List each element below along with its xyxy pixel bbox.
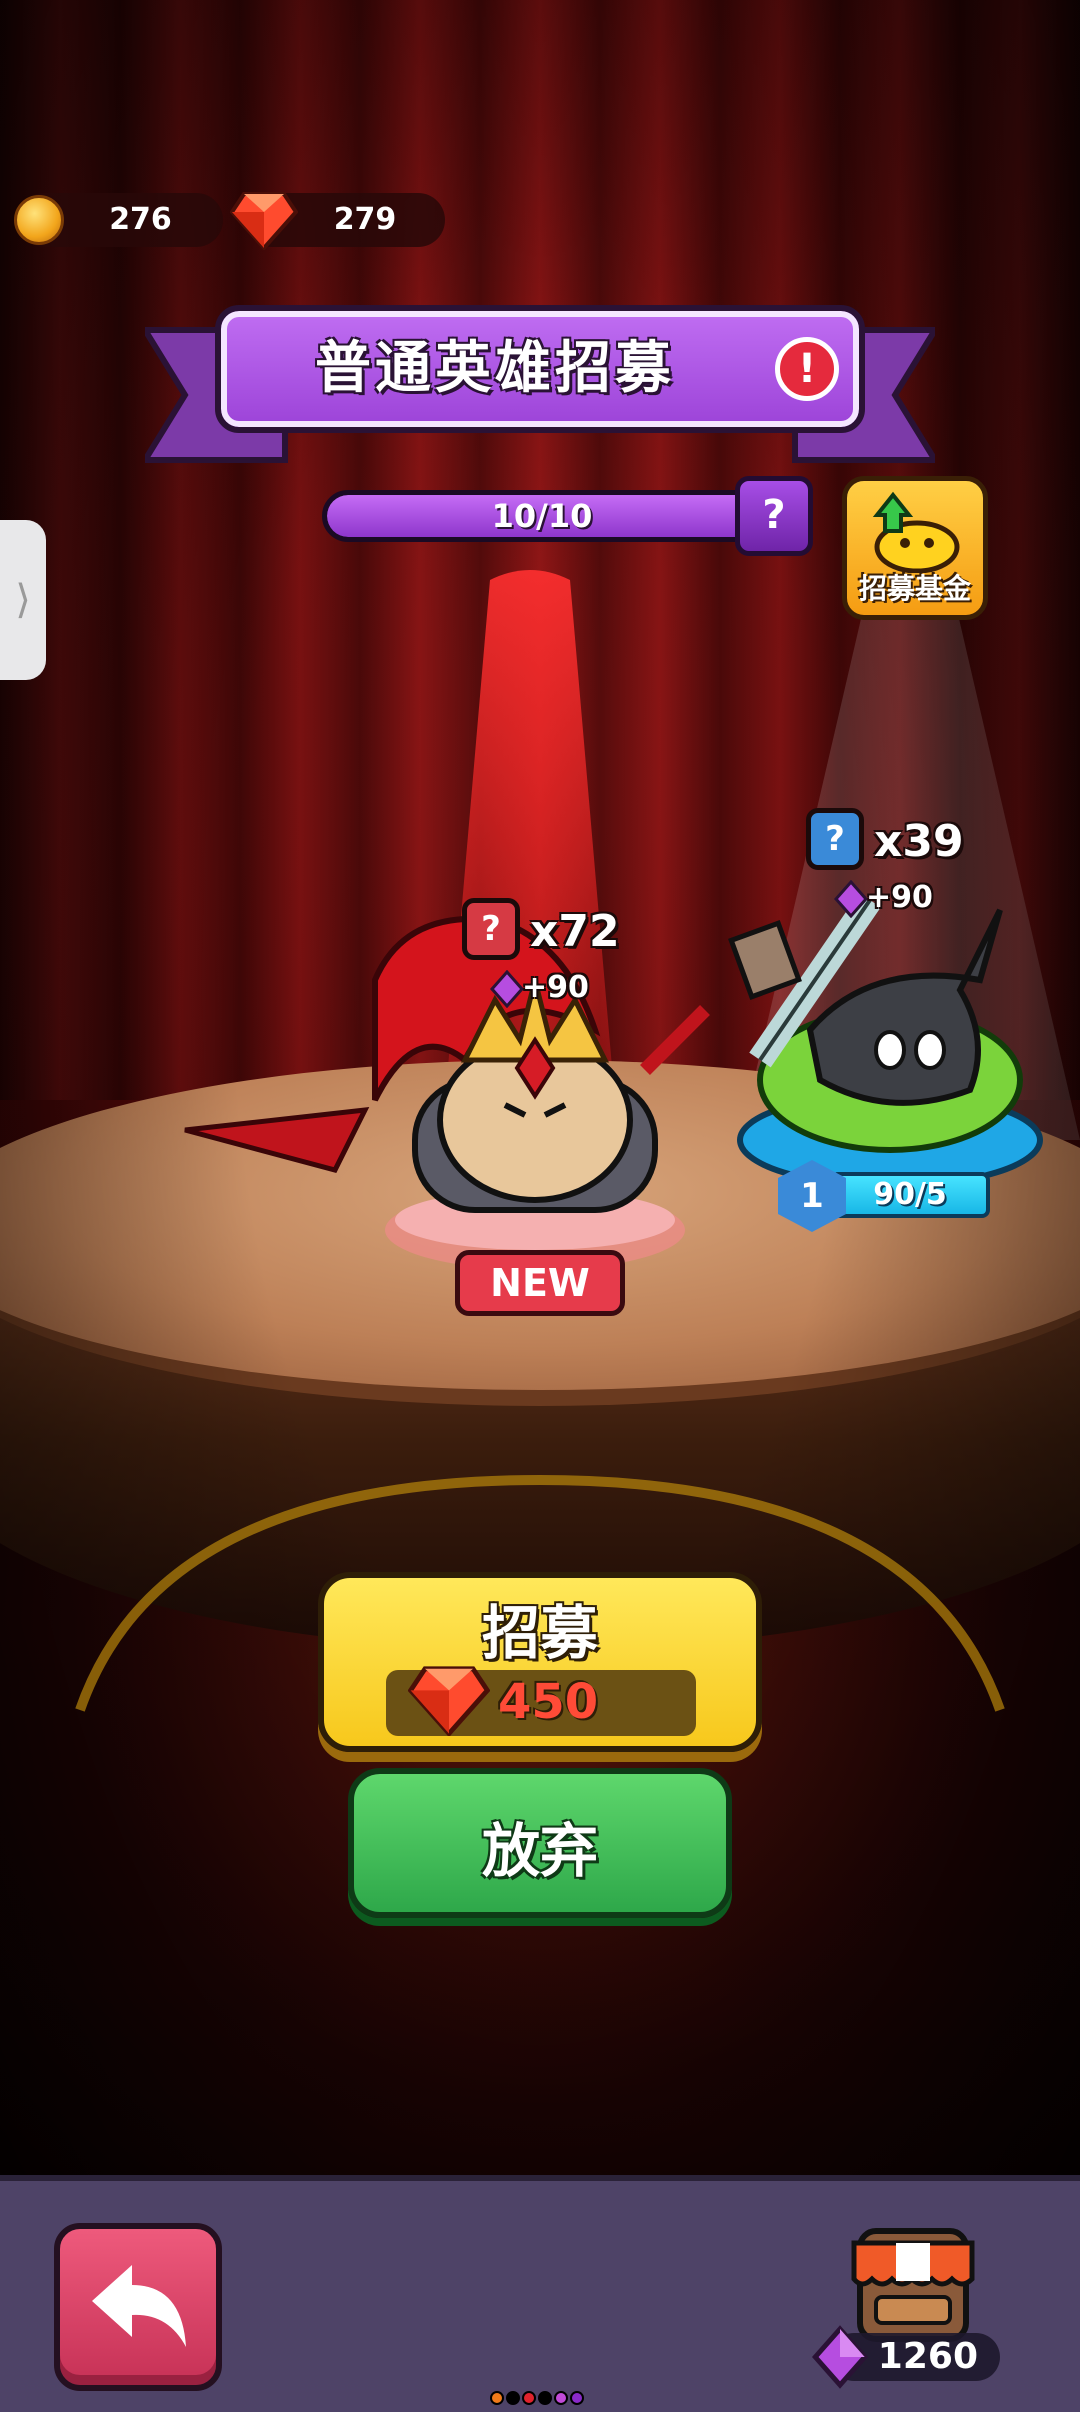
hero-tag-icon: ? [806, 808, 864, 870]
recruit-price-value: 450 [498, 1674, 599, 1730]
hero-bonus: +90 [866, 880, 933, 915]
purple-gem-icon [490, 970, 524, 1008]
page-dot [506, 2391, 520, 2405]
bottom-bar: 1260 [0, 2175, 1080, 2412]
upgrade-slime-icon [872, 491, 960, 573]
hero-count: x39 [874, 816, 964, 867]
exclamation-icon[interactable]: ! [775, 337, 839, 401]
back-arrow-icon [92, 2265, 186, 2347]
gold-coin-icon [14, 195, 64, 245]
recruit-fund-label: 招募基金 [858, 572, 971, 605]
recruit-label: 招募 [481, 1599, 598, 1667]
hero-tag-icon: ? [462, 898, 520, 960]
ruby-gem-icon [230, 192, 298, 250]
recruit-scene: 276 279 普通英雄招募 ! 10/10 ? 招募基金 ? x72 +90 … [0, 0, 1080, 2175]
page-dot [554, 2391, 568, 2405]
progress-text: 10/10 [491, 497, 593, 535]
hero-green-slime-swordsman [728, 892, 1043, 1189]
page-dot [490, 2391, 504, 2405]
ruby-gem-icon [408, 1666, 490, 1736]
purple-gem-icon [834, 880, 868, 918]
page-dot [522, 2391, 536, 2405]
recruit-progress-bar: 10/10 [322, 490, 762, 542]
hero-red-plumed-knight [184, 915, 710, 1270]
page-dot [538, 2391, 552, 2405]
page-title: 普通英雄招募 [315, 336, 675, 401]
recruit-fund-button[interactable]: 招募基金 [842, 476, 988, 620]
purple-gem-icon [812, 2325, 868, 2389]
chevron-right-icon[interactable]: ⟩ [0, 520, 46, 680]
hero-bonus: +90 [522, 970, 589, 1005]
title-banner: 普通英雄招募 ! [215, 305, 865, 433]
abandon-button[interactable]: 放弃 [348, 1768, 732, 1918]
recruit-button[interactable]: 招募 450 [318, 1572, 762, 1752]
page-dot [570, 2391, 584, 2405]
gold-value: 276 [109, 202, 172, 237]
abandon-label: 放弃 [481, 1817, 598, 1885]
new-badge: NEW [455, 1250, 625, 1316]
question-icon[interactable]: ? [735, 476, 813, 556]
back-button[interactable] [54, 2223, 222, 2391]
hero-count: x72 [530, 906, 620, 957]
ruby-value: 279 [333, 202, 397, 237]
hero-level-progress: 90/5 [830, 1172, 990, 1218]
recruit-price: 450 [386, 1666, 696, 1736]
